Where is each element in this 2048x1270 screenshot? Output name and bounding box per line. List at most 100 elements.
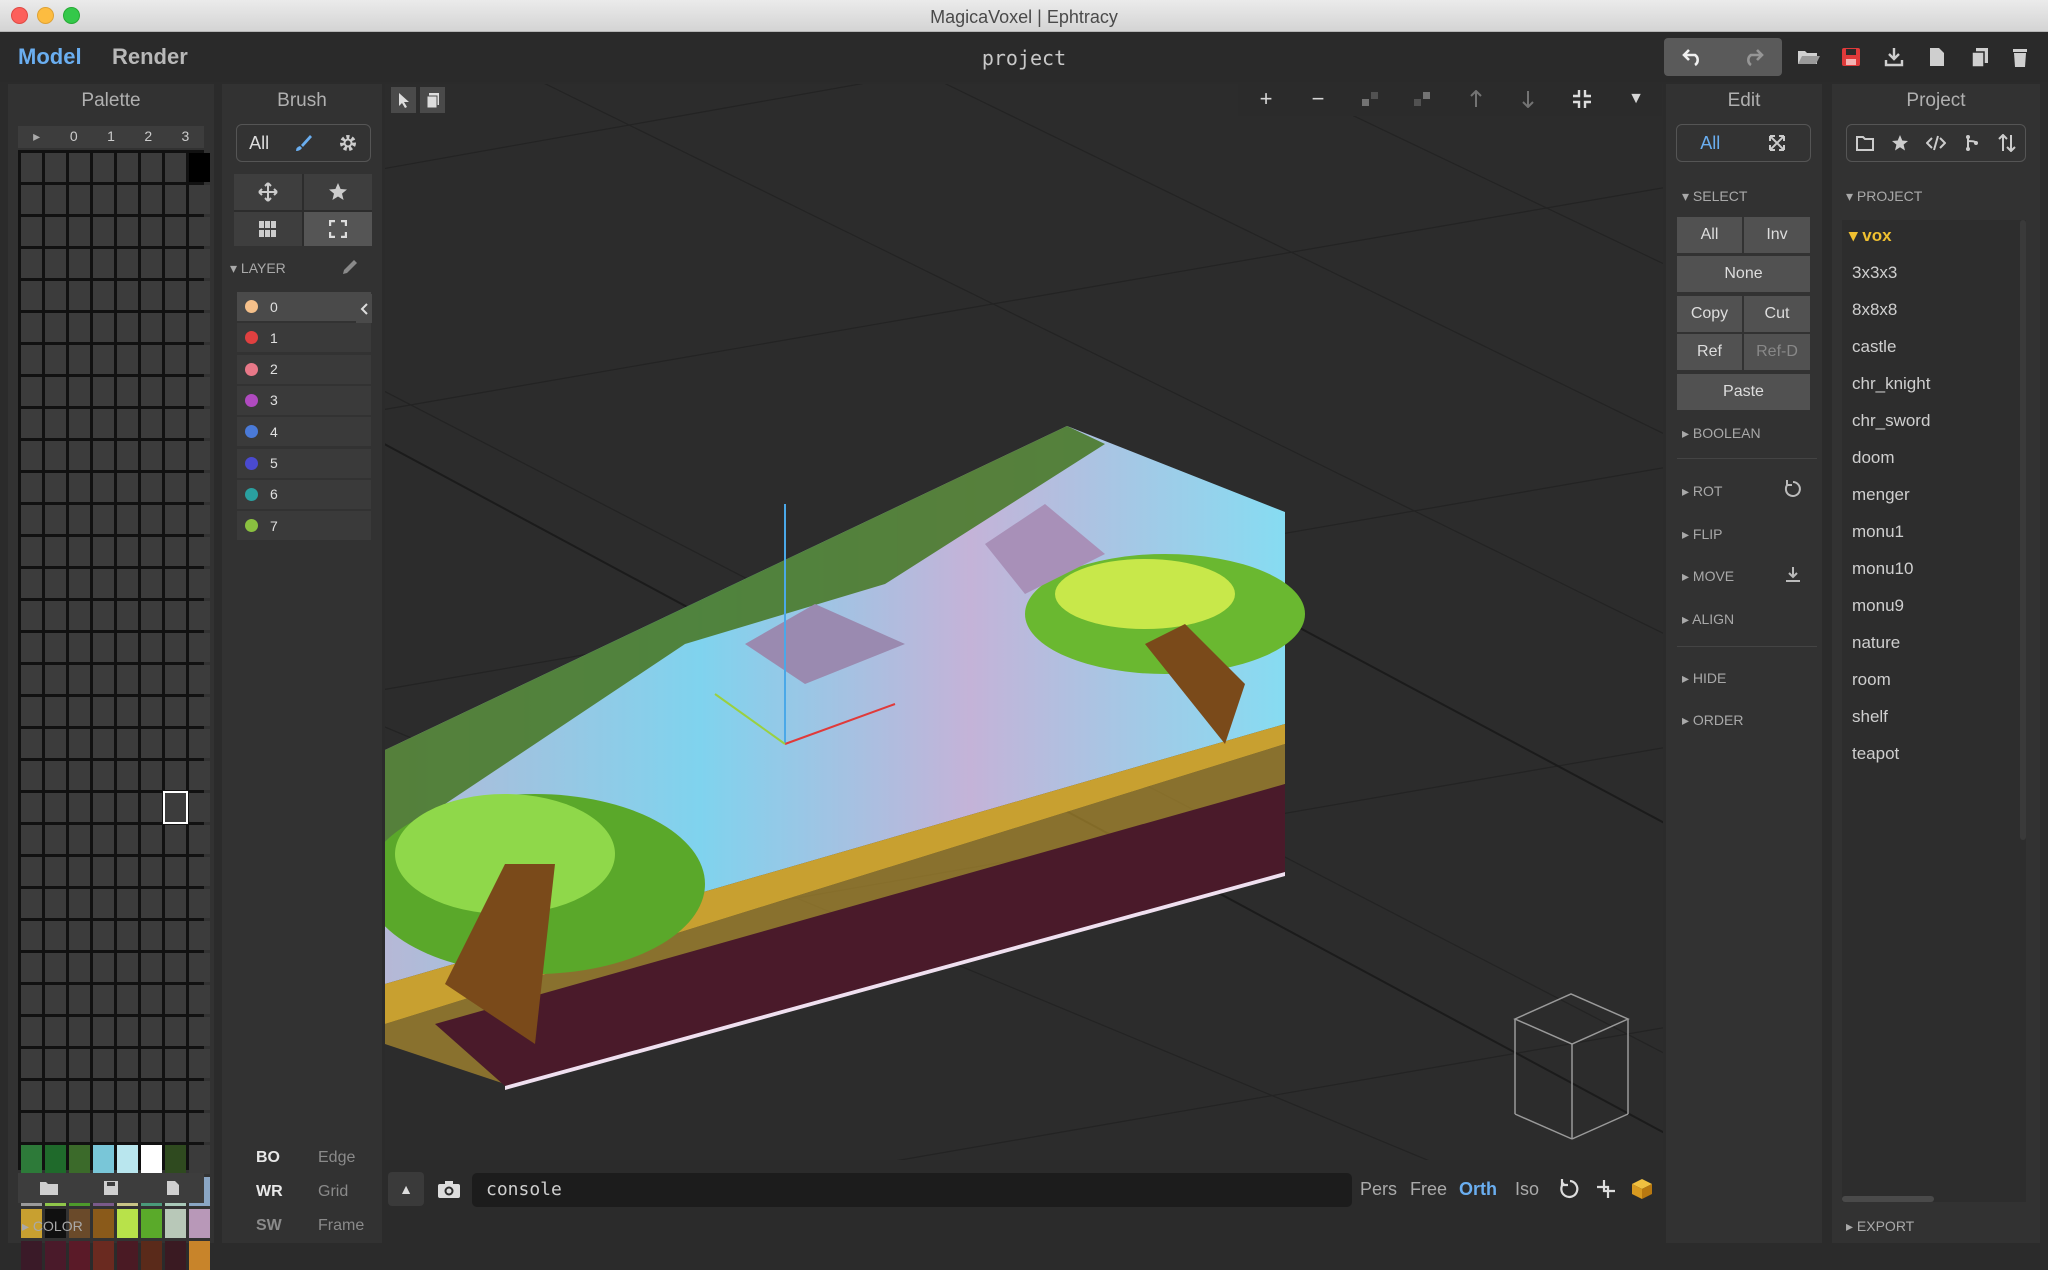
palette-swatch[interactable] [189, 761, 210, 790]
palette-swatch[interactable] [117, 345, 138, 374]
palette-swatch[interactable] [141, 409, 162, 438]
save-icon[interactable] [1829, 39, 1873, 75]
camera-icon[interactable] [432, 1172, 466, 1206]
palette-swatch[interactable] [117, 601, 138, 630]
palette-swatch[interactable] [93, 761, 114, 790]
palette-swatch[interactable] [165, 761, 186, 790]
view-free[interactable]: Free [1410, 1179, 1447, 1200]
palette-swatch[interactable] [93, 1113, 114, 1142]
layer-color-dot[interactable] [245, 519, 258, 533]
palette-swatch[interactable] [189, 441, 210, 470]
palette-swatch[interactable] [141, 601, 162, 630]
palette-swatch[interactable] [45, 825, 66, 854]
palette-swatch[interactable] [117, 537, 138, 566]
palette-swatch[interactable] [21, 345, 42, 374]
render-option-toggle[interactable]: Edge [318, 1149, 355, 1167]
palette-swatch[interactable] [45, 345, 66, 374]
shrink-icon[interactable] [1348, 82, 1392, 116]
palette-swatch[interactable] [117, 697, 138, 726]
palette-swatch[interactable] [45, 217, 66, 246]
palette-swatch[interactable] [189, 857, 210, 886]
palette-swatch[interactable] [21, 825, 42, 854]
palette-swatch[interactable] [117, 1049, 138, 1078]
palette-swatch[interactable] [21, 1113, 42, 1142]
palette-swatch[interactable] [117, 1017, 138, 1046]
palette-swatch[interactable] [93, 441, 114, 470]
palette-tab-2[interactable]: 2 [130, 126, 167, 148]
palette-swatch[interactable] [45, 1081, 66, 1110]
palette-swatch[interactable] [165, 505, 186, 534]
palette-swatch[interactable] [189, 1049, 210, 1078]
palette-swatch[interactable] [141, 281, 162, 310]
palette-swatch[interactable] [21, 441, 42, 470]
grid-icon[interactable] [234, 212, 302, 246]
palette-swatch[interactable] [165, 1209, 186, 1238]
project-item[interactable]: doom [1852, 448, 1895, 468]
project-scrollbar[interactable] [2020, 220, 2026, 840]
palette-swatch[interactable] [165, 441, 186, 470]
palette-swatch[interactable] [141, 153, 162, 182]
palette-swatch[interactable] [141, 1081, 162, 1110]
palette-swatch[interactable] [141, 761, 162, 790]
palette-swatch[interactable] [69, 249, 90, 278]
project-item[interactable]: menger [1852, 485, 1910, 505]
palette-swatch[interactable] [141, 249, 162, 278]
align-section-toggle[interactable]: ▸ ALIGN [1682, 611, 1734, 628]
palette-swatch[interactable] [69, 697, 90, 726]
palette-swatch[interactable] [165, 409, 186, 438]
star-icon[interactable] [304, 174, 372, 210]
palette-swatch[interactable] [21, 377, 42, 406]
layer-row[interactable]: 6 [237, 479, 371, 509]
palette-swatch[interactable] [93, 569, 114, 598]
palette-swatch[interactable] [189, 697, 210, 726]
palette-swatch[interactable] [45, 281, 66, 310]
palette-swatch[interactable] [21, 921, 42, 950]
palette-swatch[interactable] [93, 345, 114, 374]
palette-swatch[interactable] [141, 377, 162, 406]
palette-swatch[interactable] [141, 313, 162, 342]
palette-swatch[interactable] [117, 857, 138, 886]
palette-swatch[interactable] [69, 793, 90, 822]
palette-swatch[interactable] [165, 377, 186, 406]
palette-swatch[interactable] [117, 153, 138, 182]
fit-view-icon[interactable] [1560, 82, 1604, 116]
palette-swatch[interactable] [117, 1145, 138, 1174]
palette-swatch[interactable] [117, 665, 138, 694]
palette-swatch[interactable] [45, 761, 66, 790]
palette-swatch[interactable] [189, 1241, 210, 1270]
palette-swatch[interactable] [93, 793, 114, 822]
copy-button[interactable]: Copy [1677, 296, 1742, 332]
select-section-toggle[interactable]: ▾ SELECT [1682, 188, 1747, 205]
palette-swatch[interactable] [69, 857, 90, 886]
palette-swatch[interactable] [165, 953, 186, 982]
palette-swatch[interactable] [165, 473, 186, 502]
palette-swatch[interactable] [141, 505, 162, 534]
rotate-icon[interactable] [1784, 480, 1802, 503]
project-item[interactable]: 3x3x3 [1852, 263, 1897, 283]
palette-swatch[interactable] [141, 889, 162, 918]
palette-swatch[interactable] [189, 1017, 210, 1046]
palette-swatch[interactable] [93, 1241, 114, 1270]
move-section-toggle[interactable]: ▸ MOVE [1682, 568, 1734, 585]
palette-swatch[interactable] [69, 441, 90, 470]
ref-d-button[interactable]: Ref-D [1744, 334, 1810, 370]
palette-swatch[interactable] [21, 1049, 42, 1078]
layer-row[interactable]: 5 [237, 448, 371, 478]
layer-color-dot[interactable] [245, 393, 258, 407]
palette-swatch[interactable] [21, 281, 42, 310]
palette-swatch[interactable] [117, 441, 138, 470]
hide-section-toggle[interactable]: ▸ HIDE [1682, 670, 1726, 687]
palette-swatch[interactable] [21, 793, 42, 822]
palette-swatch[interactable] [21, 185, 42, 214]
layer-color-dot[interactable] [245, 331, 258, 345]
palette-swatch[interactable] [45, 569, 66, 598]
render-option-toggle[interactable]: BO [256, 1149, 280, 1167]
palette-swatch[interactable] [45, 953, 66, 982]
palette-swatch[interactable] [117, 1209, 138, 1238]
palette-swatch[interactable] [45, 313, 66, 342]
project-item[interactable]: shelf [1852, 707, 1888, 727]
layer-color-dot[interactable] [245, 456, 258, 470]
palette-swatch[interactable] [69, 761, 90, 790]
palette-swatch[interactable] [21, 473, 42, 502]
palette-swatch[interactable] [117, 633, 138, 662]
